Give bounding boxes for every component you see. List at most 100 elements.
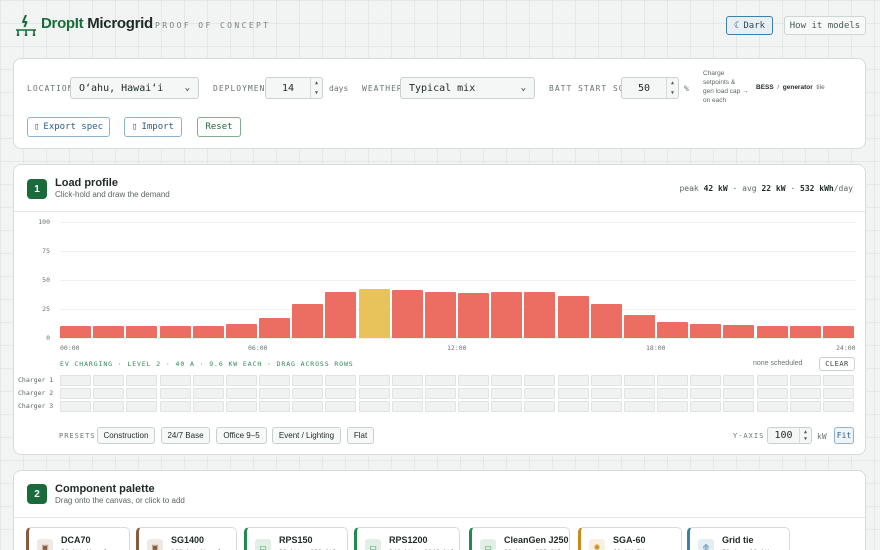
location-select[interactable]: O‘ahu, Hawai‘i ⌄	[70, 77, 199, 99]
preset-office-button[interactable]: Office 9–5	[216, 427, 267, 444]
increment-icon[interactable]: ▲	[315, 80, 318, 86]
decrement-icon[interactable]: ▼	[315, 90, 318, 96]
charger-slot[interactable]	[557, 401, 589, 412]
charger-slot[interactable]	[391, 401, 423, 412]
load-bar-23:00[interactable]	[822, 326, 854, 338]
load-bar-16:00[interactable]	[590, 304, 622, 338]
charger-slot[interactable]	[159, 375, 191, 386]
charger-slot[interactable]	[259, 388, 291, 399]
load-bar-19:00[interactable]	[690, 324, 722, 338]
preset-construction-button[interactable]: Construction	[97, 427, 155, 444]
charger-slot[interactable]	[192, 388, 224, 399]
charger-slot[interactable]	[259, 401, 291, 412]
charger-slot[interactable]	[126, 375, 158, 386]
charger-slot[interactable]	[159, 388, 191, 399]
load-bar-06:00[interactable]	[259, 318, 291, 338]
charger-slot[interactable]	[458, 375, 490, 386]
charger-slot[interactable]	[225, 388, 257, 399]
how-it-models-button[interactable]: How it models	[784, 16, 866, 35]
charger-slot[interactable]	[822, 388, 854, 399]
charger-slot[interactable]	[657, 388, 689, 399]
charger-slot[interactable]	[458, 401, 490, 412]
charger-slot[interactable]	[159, 401, 191, 412]
decrement-icon[interactable]: ▼	[671, 90, 674, 96]
charger-slot[interactable]	[524, 388, 556, 399]
charger-slot[interactable]	[590, 401, 622, 412]
weather-select[interactable]: Typical mix ⌄	[400, 77, 535, 99]
charger-slot[interactable]	[623, 388, 655, 399]
palette-item[interactable]: ⟰Grid tie50 A · 18 kW	[687, 527, 790, 550]
batt-soc-stepper[interactable]: 50 ▲ ▼	[621, 77, 679, 99]
charger-slot[interactable]	[690, 401, 722, 412]
charger-slot[interactable]	[491, 388, 523, 399]
charger-slot[interactable]	[690, 375, 722, 386]
charger-slot[interactable]	[657, 401, 689, 412]
charger-slot[interactable]	[292, 388, 324, 399]
charger-slot[interactable]	[60, 375, 92, 386]
palette-item[interactable]: ▭RPS1200240 kW · 1042 kWh	[354, 527, 460, 550]
charger-slot[interactable]	[623, 401, 655, 412]
palette-item[interactable]: ▭RPS15030 kW · 132 kWh	[244, 527, 348, 550]
charger-slot[interactable]	[93, 388, 125, 399]
charger-slot[interactable]	[93, 375, 125, 386]
load-bar-18:00[interactable]	[657, 321, 689, 338]
charger-slot[interactable]	[623, 375, 655, 386]
load-bar-07:00[interactable]	[292, 304, 324, 338]
charger-slot[interactable]	[491, 401, 523, 412]
charger-slot[interactable]	[524, 375, 556, 386]
charger-slot[interactable]	[557, 388, 589, 399]
palette-item[interactable]: ▣DCA7056 kW diesel	[26, 527, 130, 550]
charger-slot[interactable]	[822, 375, 854, 386]
load-bar-21:00[interactable]	[756, 326, 788, 338]
y-axis-stepper[interactable]: 100 ▲ ▼	[767, 427, 812, 444]
charger-slot[interactable]	[789, 388, 821, 399]
charger-slot[interactable]	[756, 401, 788, 412]
charger-slot[interactable]	[690, 388, 722, 399]
charger-slot[interactable]	[391, 388, 423, 399]
charger-slot[interactable]	[424, 401, 456, 412]
load-bar-10:00[interactable]	[391, 290, 423, 338]
dark-mode-button[interactable]: ☾ Dark	[726, 16, 773, 35]
charger-slot[interactable]	[491, 375, 523, 386]
load-bar-05:00[interactable]	[225, 324, 257, 338]
load-bar-13:00[interactable]	[491, 291, 523, 338]
load-bar-03:00[interactable]	[159, 326, 191, 338]
charger-slot[interactable]	[358, 375, 390, 386]
charger-slot[interactable]	[590, 375, 622, 386]
fit-button[interactable]: Fit	[834, 427, 854, 444]
charger-slot[interactable]	[391, 375, 423, 386]
charger-slot[interactable]	[424, 388, 456, 399]
load-bar-17:00[interactable]	[623, 314, 655, 338]
charger-slot[interactable]	[557, 375, 589, 386]
palette-item[interactable]: ▭CleanGen J25080 kW · 225 kWh	[469, 527, 570, 550]
load-bar-11:00[interactable]	[424, 291, 456, 338]
export-spec-button[interactable]: ▯ Export spec	[27, 117, 110, 137]
charger-slot[interactable]	[789, 401, 821, 412]
preset-event-lighting-button[interactable]: Event / Lighting	[272, 427, 341, 444]
load-bar-01:00[interactable]	[93, 326, 125, 338]
charger-slot[interactable]	[424, 375, 456, 386]
decrement-icon[interactable]: ▼	[804, 436, 807, 442]
charger-slot[interactable]	[292, 375, 324, 386]
charger-slot[interactable]	[358, 401, 390, 412]
charger-slot[interactable]	[60, 388, 92, 399]
charger-slot[interactable]	[325, 375, 357, 386]
charger-slot[interactable]	[325, 401, 357, 412]
increment-icon[interactable]: ▲	[804, 429, 807, 435]
charger-slot[interactable]	[60, 401, 92, 412]
charger-slot[interactable]	[259, 375, 291, 386]
charger-slot[interactable]	[723, 401, 755, 412]
charger-slot[interactable]	[93, 401, 125, 412]
load-bar-12:00[interactable]	[458, 292, 490, 338]
charger-slot[interactable]	[657, 375, 689, 386]
load-bar-22:00[interactable]	[789, 326, 821, 338]
load-bar-15:00[interactable]	[557, 296, 589, 338]
charger-slot[interactable]	[192, 401, 224, 412]
clear-button[interactable]: CLEAR	[819, 357, 855, 371]
charger-slot[interactable]	[225, 375, 257, 386]
load-bar-09:00[interactable]	[358, 289, 390, 338]
load-bar-08:00[interactable]	[325, 291, 357, 338]
reset-button[interactable]: Reset	[197, 117, 241, 137]
charger-slot[interactable]	[723, 388, 755, 399]
deployment-stepper[interactable]: 14 ▲ ▼	[265, 77, 323, 99]
